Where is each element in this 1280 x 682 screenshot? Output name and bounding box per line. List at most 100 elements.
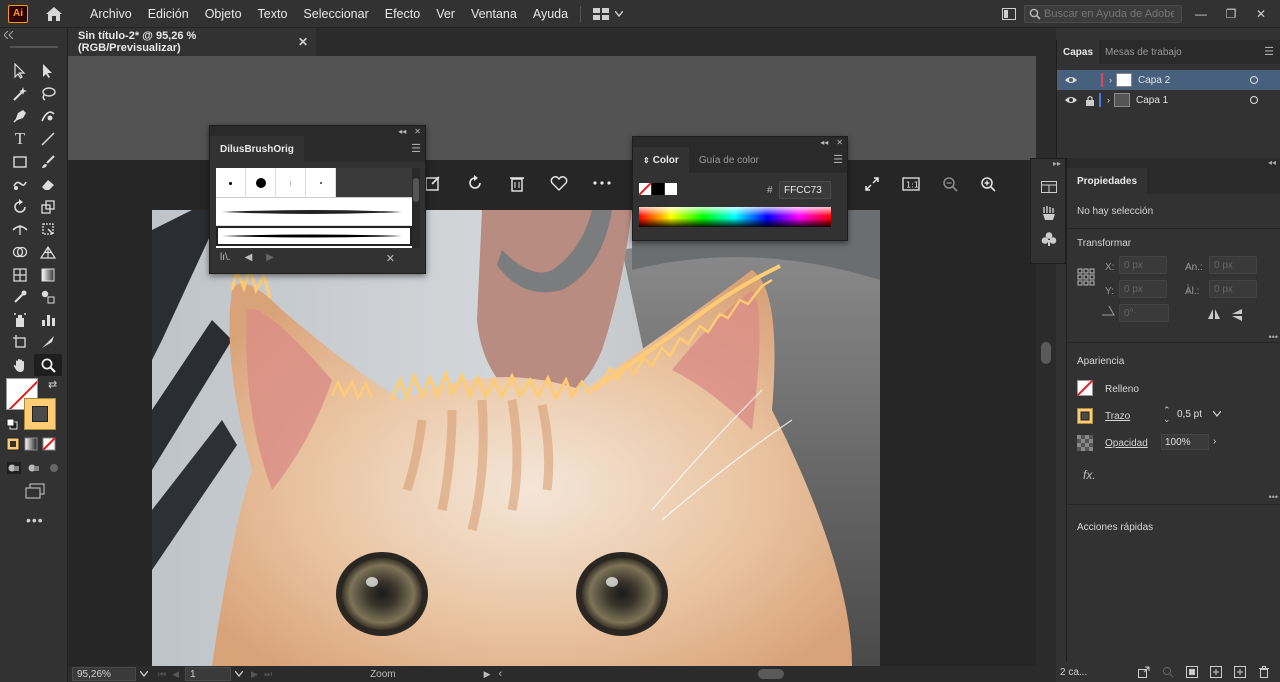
- scroll-left-arrow-icon[interactable]: ‹: [499, 668, 503, 680]
- white-swatch[interactable]: [665, 183, 677, 195]
- hex-value-field[interactable]: FFCC73: [779, 181, 831, 199]
- direct-selection-tool-icon[interactable]: [34, 60, 62, 83]
- brush-panel-titlebar[interactable]: ◂◂ ✕: [210, 126, 425, 136]
- tab-color-guide[interactable]: Guía de color: [689, 147, 769, 173]
- document-tab[interactable]: Sin título-2* @ 95,26 % (RGB/Previsualiz…: [68, 28, 316, 56]
- flip-horizontal-icon[interactable]: [1207, 308, 1221, 320]
- lasso-tool-icon[interactable]: [34, 83, 62, 106]
- next-artboard-icon[interactable]: ▶: [251, 669, 258, 680]
- brush-list-scroll-thumb[interactable]: [413, 178, 419, 202]
- menu-ver[interactable]: Ver: [428, 7, 463, 21]
- more-tools-icon[interactable]: •••: [26, 512, 44, 528]
- default-colors-icon[interactable]: [6, 418, 18, 430]
- black-swatch[interactable]: [652, 183, 664, 195]
- shaper-tool-icon[interactable]: [6, 173, 34, 196]
- line-segment-tool-icon[interactable]: [34, 128, 62, 151]
- paintbrush-tool-icon[interactable]: [34, 150, 62, 173]
- previous-artboard-icon[interactable]: ◀: [172, 669, 179, 680]
- workspace-switcher[interactable]: [593, 7, 624, 20]
- collapse-panel-icon[interactable]: ◂◂: [398, 127, 406, 136]
- eraser-tool-icon[interactable]: [34, 173, 62, 196]
- stroke-swatch-icon[interactable]: [1077, 408, 1093, 424]
- close-window-button[interactable]: ✕: [1250, 6, 1272, 22]
- artboard-tool-icon[interactable]: [6, 331, 34, 354]
- brush-dot-faint[interactable]: [276, 168, 306, 198]
- tools-grip[interactable]: [10, 46, 58, 48]
- brush-stroke-selected[interactable]: [216, 226, 412, 246]
- opacity-label[interactable]: Opacidad: [1105, 438, 1148, 449]
- brush-libraries-menu-icon[interactable]: lı\.: [220, 252, 231, 263]
- fullscreen-icon[interactable]: [864, 176, 880, 192]
- menu-ayuda[interactable]: Ayuda: [525, 7, 576, 21]
- fill-none-icon[interactable]: [1077, 380, 1093, 396]
- hand-tool-icon[interactable]: [6, 354, 34, 377]
- favorite-heart-icon[interactable]: [550, 174, 568, 192]
- last-artboard-icon[interactable]: ⏭: [264, 669, 272, 680]
- zoom-in-icon[interactable]: [980, 176, 996, 192]
- zoom-out-icon[interactable]: [942, 176, 958, 192]
- previous-library-icon[interactable]: ◀: [245, 252, 253, 263]
- tab-brush-library[interactable]: DilusBrushOrig: [210, 136, 304, 162]
- menu-seleccionar[interactable]: Seleccionar: [295, 7, 376, 21]
- export-icon[interactable]: [1138, 666, 1150, 678]
- artboard-number-field[interactable]: 1: [185, 667, 232, 681]
- free-transform-tool-icon[interactable]: [34, 218, 62, 241]
- menu-archivo[interactable]: Archivo: [82, 7, 140, 21]
- tab-properties[interactable]: Propiedades: [1067, 168, 1148, 194]
- more-options-icon[interactable]: [592, 174, 612, 192]
- brush-dot-small[interactable]: [216, 168, 246, 198]
- rotate-angle-field[interactable]: 0°: [1119, 304, 1169, 322]
- blend-tool-icon[interactable]: [34, 286, 62, 309]
- type-tool-icon[interactable]: T: [6, 128, 34, 151]
- perspective-grid-tool-icon[interactable]: [34, 241, 62, 264]
- draw-inside-icon[interactable]: [46, 461, 62, 475]
- slice-tool-icon[interactable]: [34, 331, 62, 354]
- make-clipping-mask-icon[interactable]: [1186, 666, 1198, 678]
- panel-menu-icon[interactable]: ☰: [1264, 45, 1274, 58]
- y-field[interactable]: 0 px: [1119, 280, 1167, 298]
- edit-image-icon[interactable]: [424, 174, 442, 192]
- stroke-color-swatch[interactable]: [24, 398, 56, 430]
- trash-icon[interactable]: [1258, 666, 1270, 678]
- minimize-button[interactable]: —: [1190, 6, 1212, 22]
- color-panel-titlebar[interactable]: ◂◂ ✕: [633, 137, 847, 147]
- brush-dot-tiny[interactable]: [306, 168, 336, 198]
- opacity-field[interactable]: 100%: [1161, 434, 1209, 450]
- help-search-input[interactable]: [1044, 8, 1174, 20]
- actual-size-icon[interactable]: 1:1: [902, 176, 920, 192]
- status-menu-arrow-icon[interactable]: ▶: [484, 669, 491, 680]
- constrain-proportions-icon[interactable]: [1185, 284, 1191, 294]
- stroke-stepper-icon[interactable]: ⌃ ⌄: [1163, 406, 1171, 424]
- next-library-icon[interactable]: ▶: [266, 252, 274, 263]
- arrange-documents-icon[interactable]: [1002, 8, 1016, 20]
- brushes-icon[interactable]: [1041, 205, 1057, 221]
- target-circle-icon[interactable]: [1250, 96, 1258, 104]
- visibility-eye-icon[interactable]: [1065, 95, 1077, 105]
- rotate-image-icon[interactable]: [466, 174, 484, 192]
- none-swatch-icon[interactable]: [639, 183, 651, 195]
- opacity-flyout-icon[interactable]: ›: [1213, 436, 1216, 447]
- reference-point-icon[interactable]: [1077, 268, 1095, 286]
- gradient-tool-icon[interactable]: [34, 263, 62, 286]
- color-spectrum[interactable]: [639, 207, 831, 227]
- delete-image-icon[interactable]: [508, 174, 526, 192]
- shape-builder-tool-icon[interactable]: [6, 241, 34, 264]
- lock-icon[interactable]: [1085, 95, 1095, 106]
- brush-dot-large[interactable]: [246, 168, 276, 198]
- tab-color[interactable]: ⇕ Color: [633, 147, 689, 173]
- stroke-label[interactable]: Trazo: [1105, 411, 1130, 422]
- draw-normal-icon[interactable]: [6, 461, 22, 475]
- locate-object-icon[interactable]: [1162, 666, 1174, 678]
- expand-layer-icon[interactable]: ›: [1107, 95, 1110, 105]
- new-sublayer-icon[interactable]: [1210, 666, 1222, 678]
- expand-layer-icon[interactable]: ›: [1109, 75, 1112, 85]
- close-document-button[interactable]: ✕: [298, 35, 308, 49]
- layer-row[interactable]: › Capa 1: [1057, 90, 1280, 110]
- remove-brush-stroke-icon[interactable]: ✕: [386, 252, 395, 265]
- magic-wand-tool-icon[interactable]: [6, 83, 34, 106]
- strip-collapse[interactable]: ▸▸: [1031, 159, 1065, 169]
- chevron-down-icon[interactable]: [1213, 411, 1221, 417]
- x-field[interactable]: 0 px: [1119, 256, 1167, 274]
- rotate-tool-icon[interactable]: [6, 196, 34, 219]
- vertical-scrollbar[interactable]: [1036, 56, 1056, 666]
